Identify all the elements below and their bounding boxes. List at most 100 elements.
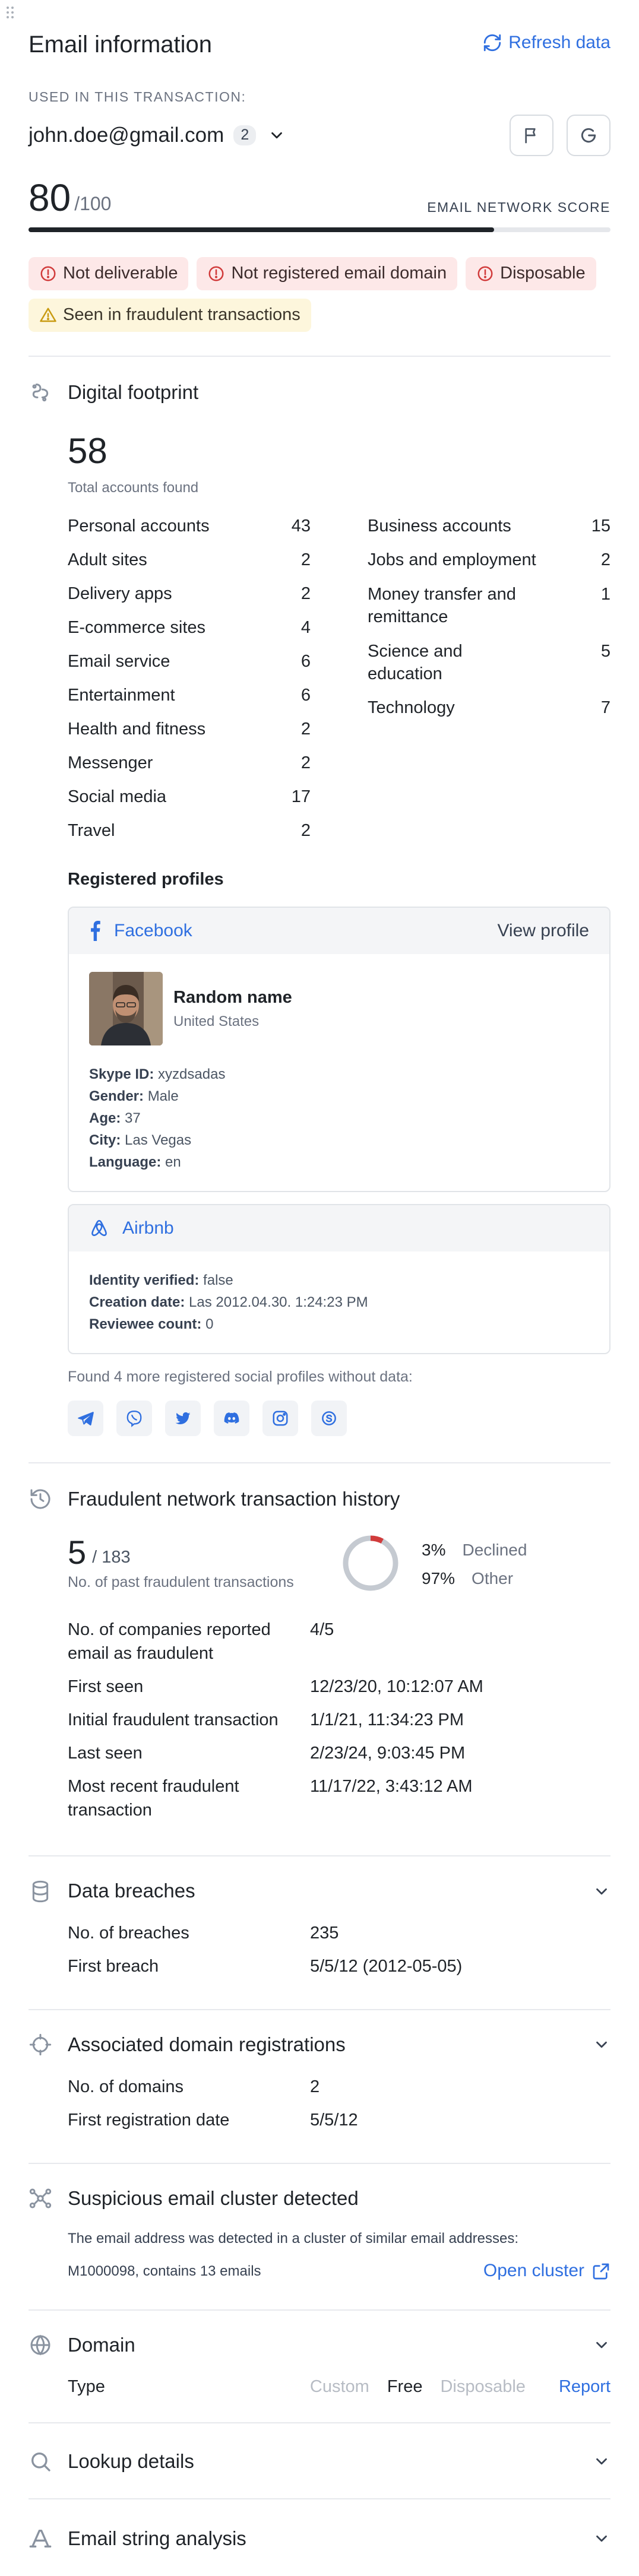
account-category-name: Travel: [68, 820, 115, 840]
score-bar-fill: [29, 227, 494, 233]
digital-footprint-title: Digital footprint: [68, 381, 199, 404]
profile-field-key: Language:: [89, 1154, 162, 1171]
profile-field: Language: en: [89, 1151, 589, 1173]
account-category-row: Email service 6: [68, 645, 311, 679]
account-category-row: Entertainment 6: [68, 679, 311, 712]
google-button[interactable]: [567, 115, 610, 157]
flag-button[interactable]: [510, 115, 553, 157]
footprint-icon: [32, 384, 49, 402]
instagram-icon[interactable]: [262, 1400, 298, 1436]
detail-key: No. of domains: [68, 2077, 184, 2096]
detail-row: No. of breaches 235: [68, 1921, 610, 1945]
account-category-name: Email service: [68, 651, 170, 671]
account-category-row: E-commerce sites 4: [68, 611, 311, 645]
business-accounts-list: Business accounts 15 Jobs and employment…: [368, 509, 610, 848]
score-value: 80: [29, 176, 71, 220]
open-cluster-link[interactable]: Open cluster: [483, 2259, 610, 2283]
detail-value: 5/5/12: [310, 2110, 358, 2130]
data-breaches-header[interactable]: Data breaches: [29, 1878, 610, 1905]
more-profiles-text: Found 4 more registered social profiles …: [68, 1368, 413, 1386]
digital-footprint-header: Digital footprint: [29, 379, 610, 406]
domain-type-option[interactable]: Free: [387, 2375, 423, 2398]
profile-field-key: Age:: [89, 1110, 121, 1127]
fraud-legend: 3% Declined 97% Other: [422, 1536, 527, 1593]
chevron-down-icon[interactable]: [593, 2453, 610, 2470]
account-category-count: 17: [291, 787, 311, 806]
email-selector[interactable]: john.doe@gmail.com 2: [29, 121, 286, 149]
personal-accounts-list: Personal accounts 43 Adult sites 2 Deliver…: [68, 509, 311, 848]
email-address: john.doe@gmail.com: [29, 123, 224, 147]
profile-field: City: Las Vegas: [89, 1129, 589, 1151]
view-profile-link[interactable]: View profile: [497, 919, 589, 943]
detail-value: 235: [310, 1923, 339, 1943]
profile-field-value: 0: [205, 1316, 214, 1333]
profile-field-key: Skype ID:: [89, 1066, 154, 1083]
domain-type-option[interactable]: Custom: [310, 2375, 369, 2398]
external-link-icon: [593, 2263, 609, 2280]
detail-value: 2/23/24, 9:03:45 PM: [310, 1744, 466, 1763]
business-accounts-count: 15: [591, 516, 610, 536]
airbnb-profile-card: Airbnb Identity verified: false Creation …: [68, 1204, 610, 1355]
detail-key: Initial fraudulent transaction: [68, 1710, 279, 1730]
profile-field: Creation date: Las 2012.04.30. 1:24:23 P…: [89, 1291, 589, 1313]
account-category-count: 2: [300, 820, 311, 840]
detail-value: 5/5/12 (2012-05-05): [310, 1956, 463, 1976]
account-category-row: Social media 17: [68, 780, 311, 814]
domain-header[interactable]: Domain: [29, 2332, 610, 2359]
profile-field: Skype ID: xyzdsadas: [89, 1063, 589, 1085]
twitter-icon[interactable]: [165, 1400, 201, 1436]
other-label: Other: [472, 1569, 514, 1588]
chevron-down-icon[interactable]: [593, 2530, 610, 2548]
account-category-name: Health and fitness: [68, 719, 206, 739]
account-category-count: 6: [300, 685, 311, 705]
profile-field: Age: 37: [89, 1107, 589, 1129]
account-category-name: Delivery apps: [68, 584, 172, 603]
error-icon: [477, 266, 493, 281]
string-analysis-header[interactable]: Email string analysis: [29, 2499, 610, 2576]
report-link[interactable]: Report: [559, 2375, 610, 2398]
domain-registrations-title: Associated domain registrations: [68, 2033, 346, 2055]
avatar: [89, 972, 163, 1046]
fraud-count-label: No. of past fraudulent transactions: [68, 1574, 294, 1591]
chevron-down-icon[interactable]: [593, 2036, 610, 2054]
telegram-icon[interactable]: [68, 1400, 103, 1436]
account-category-name: Science and education: [368, 641, 463, 683]
domain-type-option[interactable]: Disposable: [440, 2375, 525, 2398]
domain-type-row: Type Custom Free Disposable Report: [29, 2375, 610, 2398]
profile-field: Identity verified: false: [89, 1269, 589, 1291]
lookup-details-title: Lookup details: [68, 2450, 194, 2472]
airbnb-icon: [91, 1220, 107, 1237]
risk-tag-label: Not registered email domain: [231, 264, 447, 283]
business-accounts-label: Business accounts: [368, 516, 511, 536]
viber-icon[interactable]: [116, 1400, 152, 1436]
account-category-name: Jobs and employment: [368, 550, 536, 569]
detail-row: No. of companies reported email as fraud…: [68, 1618, 610, 1665]
panel-header: Email information Refresh data: [29, 0, 610, 88]
chevron-down-icon[interactable]: [593, 2336, 610, 2354]
digital-footprint-section: Digital footprint 58 Total accounts foun…: [29, 357, 610, 1462]
profile-field-key: Gender:: [89, 1088, 144, 1105]
email-cluster-title: Suspicious email cluster detected: [68, 2187, 359, 2209]
domain-registrations-header[interactable]: Associated domain registrations: [29, 2032, 610, 2058]
google-icon: [581, 128, 596, 143]
skype-icon[interactable]: [311, 1400, 347, 1436]
account-category-row: Jobs and employment 2: [368, 543, 610, 577]
detail-key: Last seen: [68, 1744, 143, 1763]
drag-handle-icon[interactable]: [5, 5, 20, 20]
declined-label: Declined: [462, 1541, 527, 1560]
account-category-row: Travel 2: [68, 814, 311, 848]
detail-row: First breach 5/5/12 (2012-05-05): [68, 1954, 610, 1978]
history-icon: [30, 1489, 50, 1509]
refresh-data-button[interactable]: Refresh data: [482, 31, 610, 55]
risk-tag: Disposable: [466, 257, 596, 291]
lookup-details-header[interactable]: Lookup details: [29, 2423, 610, 2499]
registered-profiles-title: Registered profiles: [68, 869, 224, 889]
error-icon: [208, 266, 224, 281]
domain-type-options: Custom Free Disposable: [310, 2375, 526, 2398]
discord-icon[interactable]: [214, 1400, 249, 1436]
chevron-down-icon[interactable]: [593, 1883, 610, 1900]
email-network-score: 80 /100 EMAIL NETWORK SCORE: [29, 176, 610, 233]
error-icon: [40, 266, 56, 281]
profile-field-value: false: [203, 1272, 233, 1289]
chevron-down-icon[interactable]: [268, 126, 286, 144]
